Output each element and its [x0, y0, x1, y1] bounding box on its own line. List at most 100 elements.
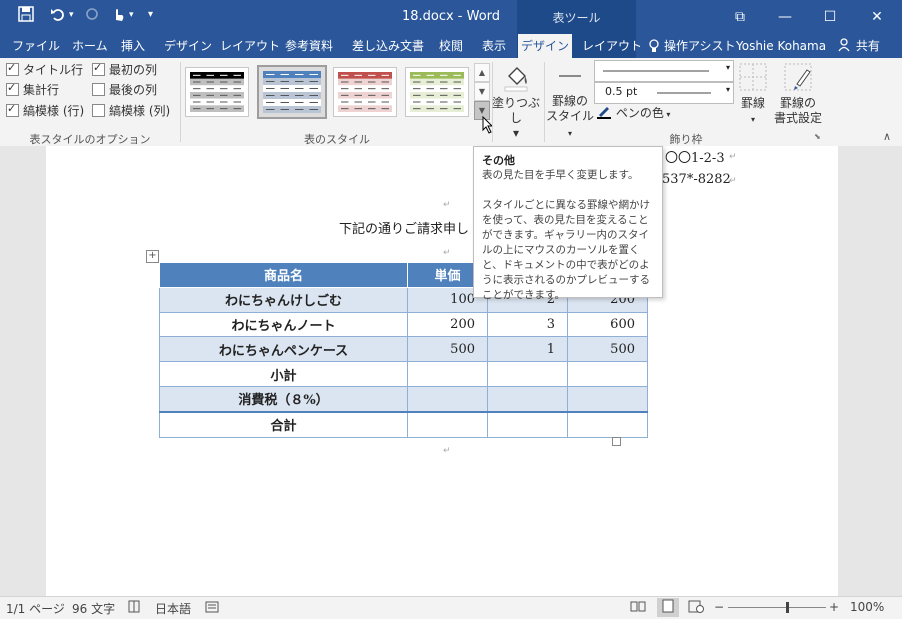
table-cell[interactable] — [407, 385, 488, 413]
checkbox-icon — [92, 104, 105, 117]
table-cell[interactable]: 小計 — [159, 361, 408, 387]
tooltip-body: スタイルごとに異なる罫線や網かけを使って、表の見た目を変えることができます。ギャ… — [482, 199, 650, 301]
read-mode-icon[interactable] — [630, 600, 646, 616]
ribbon-display-options-icon[interactable]: ⧉ — [718, 4, 762, 30]
table-cell[interactable] — [487, 410, 568, 438]
tell-me-box[interactable]: 操作アシスト — [664, 34, 736, 58]
checkbox-label: 最初の列 — [109, 63, 158, 77]
table-cell[interactable]: 500 — [407, 336, 488, 363]
checkbox-first-column[interactable]: 最初の列 — [92, 60, 158, 78]
table-cell[interactable]: 200 — [407, 311, 488, 338]
checkbox-last-column[interactable]: 最後の列 — [92, 82, 157, 98]
checkbox-label: 集計行 — [23, 83, 60, 97]
shading-button[interactable]: 塗りつぶし ▾ — [490, 62, 542, 141]
line-weight-value: 0.5 pt — [605, 85, 638, 98]
zoom-slider-thumb[interactable] — [785, 602, 789, 613]
ribbon-tabs: ファイル ホーム 挿入 デザイン レイアウト 参考資料 差し込み文書 校閲 表示… — [0, 34, 902, 58]
table-cell[interactable] — [567, 385, 648, 413]
table-cell[interactable]: 3 — [487, 311, 568, 338]
table-cell[interactable]: 600 — [567, 311, 648, 338]
status-bar: 1/1 ページ 96 文字 日本語 − + 100% — [0, 596, 902, 619]
table-style-swatch[interactable] — [333, 67, 397, 117]
checkbox-label: 縞模様 (列) — [109, 104, 171, 118]
macro-record-icon[interactable] — [205, 600, 219, 616]
pen-color-label: ペンの色 — [615, 106, 664, 120]
border-styles-button[interactable]: 罫線の スタイル ▾ — [546, 62, 594, 141]
table-cell[interactable] — [487, 361, 568, 387]
tab-references[interactable]: 参考資料 — [285, 34, 333, 58]
border-painter-label2: 書式設定 — [773, 111, 822, 125]
table-style-swatch-selected[interactable] — [257, 65, 327, 119]
separator — [180, 62, 181, 142]
print-layout-icon[interactable] — [657, 598, 679, 617]
share-button[interactable]: 共有 — [838, 34, 890, 58]
zoom-in-icon[interactable]: + — [829, 600, 839, 614]
dialog-launcher-icon[interactable]: ⬊ — [814, 132, 821, 141]
page-count[interactable]: 1/1 ページ — [6, 600, 65, 617]
zoom-slider[interactable] — [728, 607, 826, 608]
table-cell[interactable]: わにちゃんノート — [159, 311, 408, 338]
table-row: わにちゃんペンケース 500 1 500 — [159, 336, 648, 363]
share-label: 共有 — [855, 39, 880, 53]
table-style-black-icon — [190, 72, 244, 112]
table-cell[interactable] — [407, 410, 488, 438]
tab-design[interactable]: デザイン — [164, 34, 212, 58]
table-cell[interactable] — [487, 385, 568, 413]
table-cell[interactable] — [567, 361, 648, 387]
proofing-icon[interactable] — [128, 600, 142, 616]
tab-home[interactable]: ホーム — [72, 34, 108, 58]
border-painter-button[interactable]: 罫線の 書式設定 — [772, 62, 824, 126]
table-cell[interactable]: 1 — [487, 336, 568, 363]
table-move-handle-icon[interactable]: + — [146, 250, 159, 263]
checkbox-icon — [6, 101, 19, 117]
table-cell[interactable] — [567, 410, 648, 438]
collapse-ribbon-icon[interactable]: ∧ — [883, 130, 891, 143]
web-layout-icon[interactable] — [688, 600, 704, 616]
line-weight-preview — [657, 92, 711, 94]
tab-layout[interactable]: レイアウト — [220, 34, 280, 58]
address-line-1: 〇〇1-2-3 — [665, 151, 725, 166]
line-style-dropdown[interactable]: ▾ — [594, 60, 734, 82]
tab-table-layout[interactable]: レイアウト — [582, 34, 642, 58]
table-cell[interactable]: 合計 — [159, 410, 408, 438]
table-cell[interactable]: 500 — [567, 336, 648, 363]
table-cell[interactable]: わにちゃんペンケース — [159, 336, 408, 363]
maximize-button[interactable]: ☐ — [808, 4, 852, 30]
tab-mailings[interactable]: 差し込み文書 — [352, 34, 424, 58]
zoom-out-icon[interactable]: − — [714, 600, 724, 614]
border-painter-icon — [784, 63, 812, 91]
gallery-scroll-down-icon[interactable]: ▼ — [474, 82, 490, 101]
checkbox-header-row[interactable]: タイトル行 — [6, 60, 83, 78]
table-cell[interactable]: 消費税（８%） — [159, 385, 408, 413]
header-cell-item[interactable]: 商品名 — [159, 262, 408, 288]
table-style-red-icon — [338, 72, 392, 112]
tab-view[interactable]: 表示 — [482, 34, 506, 58]
checkbox-banded-columns[interactable]: 縞模様 (列) — [92, 103, 170, 119]
language[interactable]: 日本語 — [155, 600, 191, 617]
checkbox-banded-rows[interactable]: 縞模様 (行) — [6, 101, 84, 119]
line-weight-dropdown[interactable]: 0.5 pt ▾ — [594, 82, 734, 104]
tab-review[interactable]: 校閲 — [439, 34, 463, 58]
user-name[interactable]: Yoshie Kohama — [736, 34, 826, 58]
zoom-level[interactable]: 100% — [850, 600, 884, 614]
table-cell[interactable]: わにちゃんけしごむ — [159, 286, 408, 313]
table-cell[interactable] — [407, 361, 488, 387]
body-text-line: 下記の通りご請求申し — [339, 222, 470, 237]
borders-button[interactable]: 罫線 ▾ — [736, 62, 770, 127]
table-resize-handle[interactable] — [612, 437, 621, 446]
border-line-icon — [559, 75, 581, 77]
borders-label: 罫線 — [740, 96, 765, 110]
checkbox-total-row[interactable]: 集計行 — [6, 80, 60, 98]
close-button[interactable]: ✕ — [855, 4, 899, 30]
tab-table-design[interactable]: デザイン — [518, 34, 572, 58]
pen-color-button[interactable]: ペンの色 ▾ — [596, 105, 670, 122]
table-style-swatch[interactable] — [185, 67, 249, 117]
table-style-swatch[interactable] — [405, 67, 469, 117]
paint-bucket-icon — [504, 67, 528, 92]
tab-file[interactable]: ファイル — [12, 34, 60, 58]
gallery-scroll-up-icon[interactable]: ▲ — [474, 63, 490, 82]
tab-insert[interactable]: 挿入 — [121, 34, 145, 58]
minimize-button[interactable]: — — [763, 4, 807, 30]
word-count[interactable]: 96 文字 — [72, 600, 115, 617]
shading-dropdown-icon: ▾ — [512, 126, 520, 140]
